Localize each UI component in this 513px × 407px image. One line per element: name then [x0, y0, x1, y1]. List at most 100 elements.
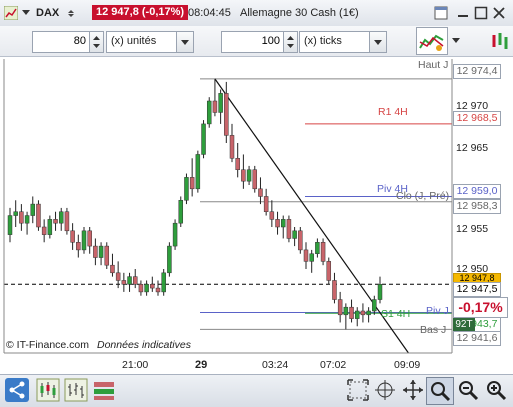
zoom-in-icon[interactable] [484, 378, 508, 402]
order-toolbar: (x) unités (x) ticks [0, 26, 513, 57]
y-box-haut-j: 12 974,4 [453, 64, 501, 79]
zoom-selection-button[interactable] [426, 377, 454, 405]
candle-body [354, 310, 360, 319]
candle-body [320, 242, 326, 262]
units-stepper[interactable] [89, 31, 104, 53]
fit-view-icon[interactable] [346, 378, 370, 402]
candle-body [241, 169, 246, 182]
ticks-select[interactable]: (x) ticks [299, 31, 387, 53]
candle-body [275, 219, 280, 228]
candle-body [138, 284, 144, 293]
x-tick-label: 03:24 [262, 359, 289, 371]
arrows-icon[interactable] [68, 8, 84, 18]
y-tick-label: 12 965 [456, 142, 489, 154]
window-icon[interactable] [434, 6, 448, 20]
chart-type-button[interactable] [416, 27, 448, 55]
candle-body [326, 261, 332, 281]
candle-body [189, 177, 195, 190]
minimize-icon[interactable] [456, 6, 470, 20]
candle-body [53, 219, 58, 224]
level-label-haut-j: Haut J [418, 59, 449, 71]
symbol-label[interactable]: DAX [36, 6, 59, 20]
candle-body [292, 230, 297, 239]
price-chart[interactable]: Haut J R1 4H Piv 4H Clo (J, Pré) Piv J S… [0, 57, 513, 374]
candle-body [303, 249, 309, 262]
y-box-bas-j: 12 941,6 [453, 331, 501, 346]
candle-body [263, 196, 269, 212]
x-tick-label: 21:00 [122, 359, 149, 371]
y-tick-label: 12 955 [456, 223, 489, 235]
chevron-down-icon [452, 38, 460, 43]
close-icon[interactable] [492, 6, 506, 20]
candle-body [366, 310, 371, 316]
stepper-arrows-icon[interactable] [90, 32, 103, 52]
candle-body [246, 169, 252, 182]
candle-body [7, 215, 13, 235]
candle-body [224, 93, 229, 136]
candle-body [178, 200, 184, 224]
candle-body [144, 284, 149, 293]
units-select[interactable]: (x) unités [106, 31, 194, 53]
grid-icon[interactable] [4, 6, 18, 20]
chevron-down-icon [181, 40, 189, 45]
level-label-r1-4h: R1 4H [378, 106, 408, 118]
candle-body [115, 272, 121, 281]
candle-body [252, 169, 258, 190]
ticks-stepper[interactable] [283, 31, 298, 53]
chart-type-dropdown[interactable] [448, 27, 464, 53]
candle-body [315, 242, 320, 254]
level-label-s1-4h: S1 4H [381, 308, 411, 320]
ticks-quantity-input[interactable] [222, 32, 284, 50]
ticks-quantity-field[interactable] [221, 31, 285, 53]
units-quantity-input[interactable] [33, 32, 90, 50]
y-box-last: 12 947,5 [453, 282, 501, 297]
candlestick-chart-icon[interactable] [36, 378, 60, 402]
candle-body [13, 211, 18, 216]
candle-body [206, 100, 212, 125]
indicator-button[interactable] [490, 29, 512, 53]
chevron-down-icon[interactable] [22, 10, 30, 16]
candle-body [218, 93, 223, 113]
share-icon[interactable] [5, 378, 29, 402]
candle-body [155, 287, 161, 293]
instrument-label: Allemagne 30 Cash (1€) [240, 7, 359, 19]
candle-body [337, 299, 343, 316]
candle-body [332, 280, 337, 300]
ticks-dropdown-button[interactable] [369, 32, 386, 52]
level-label-piv-j: Piv J [426, 305, 449, 317]
crosshair-icon[interactable] [373, 378, 397, 402]
candle-body [87, 230, 92, 247]
y-box-clo-j: 12 958,3 [453, 199, 501, 214]
candle-body [104, 245, 110, 266]
candle-body [377, 284, 383, 300]
x-tick-label: 07:02 [320, 359, 347, 371]
bottom-toolbar [0, 374, 513, 407]
chart-settings-icon [419, 34, 444, 51]
multi-chart-icon[interactable] [92, 378, 116, 402]
units-dropdown-button[interactable] [176, 32, 193, 52]
candle-body [349, 306, 354, 319]
y-box-piv-4h: 12 959,0 [453, 184, 501, 199]
candle-body [19, 211, 24, 224]
candle-body [110, 264, 115, 274]
bar-chart-icon[interactable] [64, 378, 88, 402]
units-quantity-field[interactable] [32, 31, 91, 53]
time-label: 08:04:45 [188, 7, 231, 19]
tick-count-tag: 92T [453, 318, 475, 331]
stepper-arrows-icon[interactable] [284, 32, 297, 52]
data-disclaimer: Données indicatives [97, 339, 191, 351]
copyright-label: © IT-Finance.com [6, 339, 90, 351]
candle-body [47, 219, 53, 235]
pan-icon[interactable] [401, 378, 425, 402]
zoom-out-icon[interactable] [456, 378, 480, 402]
candle-body [161, 272, 166, 293]
candle-body [150, 284, 155, 289]
maximize-icon[interactable] [474, 6, 488, 20]
price-badge: 12 947,8 (-0,17%) [92, 5, 189, 20]
candle-body [70, 230, 75, 243]
candle-body [58, 211, 64, 224]
candle-body [235, 158, 240, 170]
candle-body [30, 203, 36, 216]
candle-body [76, 242, 81, 251]
candle-body [24, 215, 30, 224]
